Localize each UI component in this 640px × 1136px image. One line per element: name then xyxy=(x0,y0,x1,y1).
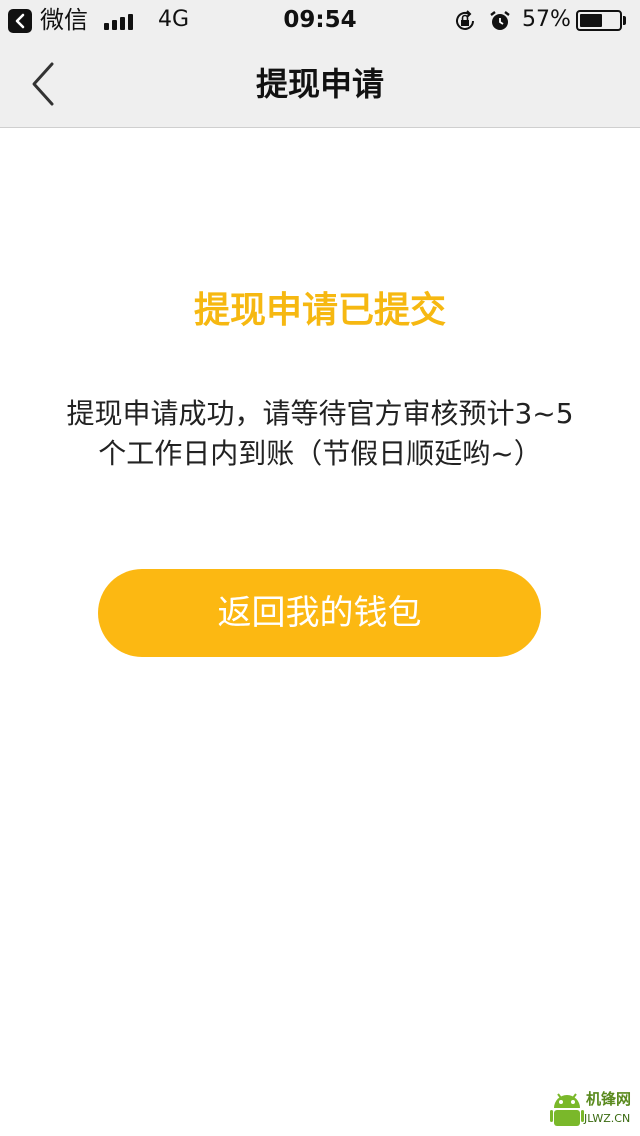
battery-icon xyxy=(576,10,622,31)
android-robot-icon xyxy=(550,1093,584,1126)
success-title: 提现申请已提交 xyxy=(193,290,446,331)
watermark: 机锋网 JLWZ.CN xyxy=(546,1086,638,1134)
screen: 微信 4G 09:54 57% 提现申请 提现申请已提交 提现申请成功，请等待官… xyxy=(0,0,640,1136)
battery-fill xyxy=(580,14,602,27)
battery-percent: 57% xyxy=(522,7,571,32)
success-message: 提现申请成功，请等待官方审核预计3~5个工作日内到账（节假日顺延哟~） xyxy=(66,397,574,470)
status-bar: 微信 4G 09:54 57% xyxy=(0,0,640,40)
watermark-text: 机锋网 xyxy=(586,1090,632,1108)
watermark-url: JLWZ.CN xyxy=(584,1112,631,1125)
page-title: 提现申请 xyxy=(255,65,384,103)
navigation-bar: 提现申请 xyxy=(0,40,640,128)
alarm-icon xyxy=(490,11,510,30)
battery-tip xyxy=(623,16,626,25)
return-to-wallet-button[interactable]: 返回我的钱包 xyxy=(98,569,541,657)
rotation-lock-icon xyxy=(456,10,474,30)
